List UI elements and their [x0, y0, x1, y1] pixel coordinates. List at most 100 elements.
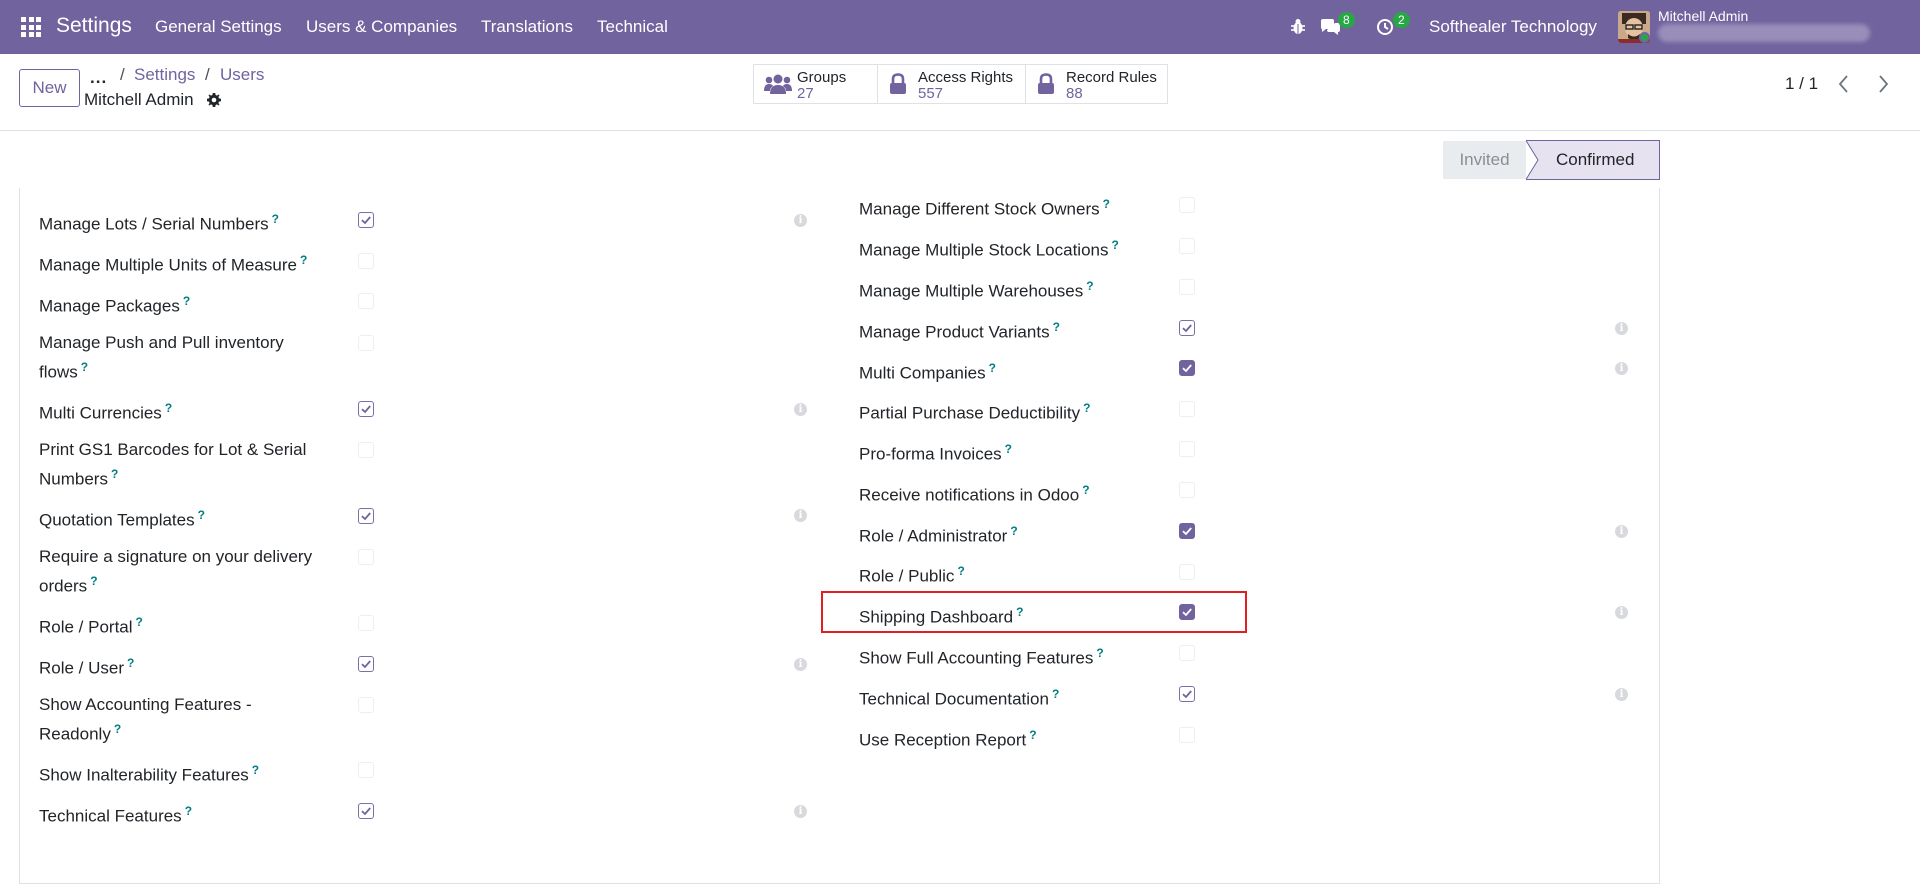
field-label: Manage Packages?	[39, 289, 190, 319]
stat-button-groups[interactable]: Groups 27	[753, 64, 878, 104]
user-name[interactable]: Mitchell Admin	[1658, 8, 1748, 24]
field-label-text: Role / Public	[859, 566, 955, 586]
info-icon[interactable]: i	[1615, 606, 1628, 619]
activities-clock-icon[interactable]	[1376, 18, 1394, 36]
help-tooltip-icon[interactable]: ?	[1053, 320, 1060, 334]
field-checkbox[interactable]	[1179, 279, 1195, 295]
breadcrumb-settings[interactable]: Settings	[134, 65, 195, 85]
field-checkbox[interactable]	[1179, 441, 1195, 457]
pager-next-icon[interactable]	[1873, 73, 1893, 95]
gear-icon[interactable]	[206, 92, 222, 108]
field-checkbox[interactable]	[1179, 645, 1195, 661]
new-button[interactable]: New	[19, 69, 80, 107]
field-checkbox[interactable]	[358, 212, 374, 228]
field-checkbox[interactable]	[1179, 197, 1195, 213]
help-tooltip-icon[interactable]: ?	[183, 294, 190, 308]
database-name-blurred	[1658, 24, 1870, 42]
info-icon[interactable]: i	[794, 403, 807, 416]
field-checkbox[interactable]	[1179, 727, 1195, 743]
info-icon[interactable]: i	[794, 658, 807, 671]
help-tooltip-icon[interactable]: ?	[252, 763, 259, 777]
help-tooltip-icon[interactable]: ?	[185, 804, 192, 818]
field-checkbox[interactable]	[1179, 564, 1195, 580]
help-tooltip-icon[interactable]: ?	[1103, 197, 1110, 211]
info-icon[interactable]: i	[1615, 688, 1628, 701]
help-tooltip-icon[interactable]: ?	[127, 656, 134, 670]
help-tooltip-icon[interactable]: ?	[1096, 646, 1103, 660]
field-checkbox[interactable]	[358, 697, 374, 713]
field-label: Require a signature on your delivery ord…	[39, 544, 339, 599]
field-checkbox[interactable]	[358, 656, 374, 672]
field-label-text: Multi Currencies	[39, 403, 162, 423]
field-label: Show Accounting Features - Readonly?	[39, 692, 299, 747]
field-checkbox[interactable]	[358, 549, 374, 565]
field-checkbox[interactable]	[358, 803, 374, 819]
field-checkbox[interactable]	[1179, 320, 1195, 336]
help-tooltip-icon[interactable]: ?	[198, 508, 205, 522]
help-tooltip-icon[interactable]: ?	[165, 401, 172, 415]
help-tooltip-icon[interactable]: ?	[272, 212, 279, 226]
field-checkbox[interactable]	[358, 508, 374, 524]
checkmark-icon	[361, 807, 371, 816]
help-tooltip-icon[interactable]: ?	[1029, 728, 1036, 742]
pager-value[interactable]: 1 / 1	[1785, 74, 1818, 94]
field-checkbox[interactable]	[358, 401, 374, 417]
help-tooltip-icon[interactable]: ?	[114, 722, 121, 736]
info-icon[interactable]: i	[1615, 525, 1628, 538]
field-checkbox[interactable]	[1179, 482, 1195, 498]
activities-count-badge: 2	[1393, 12, 1410, 28]
debug-bug-icon[interactable]	[1290, 18, 1306, 36]
help-tooltip-icon[interactable]: ?	[300, 253, 307, 267]
help-tooltip-icon[interactable]: ?	[111, 467, 118, 481]
help-tooltip-icon[interactable]: ?	[1082, 483, 1089, 497]
status-invited[interactable]: Invited	[1443, 141, 1526, 179]
help-tooltip-icon[interactable]: ?	[81, 360, 88, 374]
info-icon[interactable]: i	[1615, 322, 1628, 335]
field-checkbox[interactable]	[358, 293, 374, 309]
info-icon[interactable]: i	[794, 509, 807, 522]
help-tooltip-icon[interactable]: ?	[989, 361, 996, 375]
menu-users-companies[interactable]: Users & Companies	[306, 17, 457, 37]
apps-menu-icon[interactable]	[21, 17, 41, 37]
field-label: Manage Push and Pull inventory flows?	[39, 330, 329, 385]
help-tooltip-icon[interactable]: ?	[136, 615, 143, 629]
menu-general-settings[interactable]: General Settings	[155, 17, 282, 37]
help-tooltip-icon[interactable]: ?	[1086, 279, 1093, 293]
field-checkbox[interactable]	[1179, 686, 1195, 702]
messages-count-badge: 8	[1338, 12, 1355, 28]
stat-button-record-rules[interactable]: Record Rules 88	[1025, 64, 1168, 104]
field-checkbox[interactable]	[1179, 238, 1195, 254]
field-checkbox[interactable]	[358, 442, 374, 458]
checkmark-icon	[361, 660, 371, 669]
help-tooltip-icon[interactable]: ?	[1005, 442, 1012, 456]
stat-button-access-rights[interactable]: Access Rights 557	[877, 64, 1026, 104]
field-checkbox[interactable]	[1179, 360, 1195, 376]
help-tooltip-icon[interactable]: ?	[957, 564, 964, 578]
menu-translations[interactable]: Translations	[481, 17, 573, 37]
field-label-text: Receive notifications in Odoo	[859, 485, 1080, 505]
field-checkbox[interactable]	[1179, 401, 1195, 417]
info-icon[interactable]: i	[794, 214, 807, 227]
info-icon[interactable]: i	[1615, 362, 1628, 375]
breadcrumb-users[interactable]: Users	[220, 65, 264, 85]
field-checkbox[interactable]	[358, 253, 374, 269]
info-icon[interactable]: i	[794, 805, 807, 818]
pager-previous-icon[interactable]	[1834, 73, 1854, 95]
help-tooltip-icon[interactable]: ?	[1010, 524, 1017, 538]
lock-icon	[1038, 73, 1054, 94]
app-title[interactable]: Settings	[56, 14, 132, 38]
status-confirmed[interactable]: Confirmed	[1526, 140, 1660, 180]
help-tooltip-icon[interactable]: ?	[1052, 687, 1059, 701]
field-label-text: Pro-forma Invoices	[859, 444, 1002, 464]
field-checkbox[interactable]	[358, 762, 374, 778]
help-tooltip-icon[interactable]: ?	[1083, 401, 1090, 415]
record-title: Mitchell Admin	[84, 90, 194, 109]
actions-menu-button[interactable]: ...	[90, 68, 107, 88]
field-checkbox[interactable]	[358, 615, 374, 631]
help-tooltip-icon[interactable]: ?	[90, 574, 97, 588]
field-checkbox[interactable]	[358, 335, 374, 351]
company-switcher[interactable]: Softhealer Technology	[1429, 17, 1597, 37]
help-tooltip-icon[interactable]: ?	[1111, 238, 1118, 252]
field-checkbox[interactable]	[1179, 523, 1195, 539]
menu-technical[interactable]: Technical	[597, 17, 668, 37]
